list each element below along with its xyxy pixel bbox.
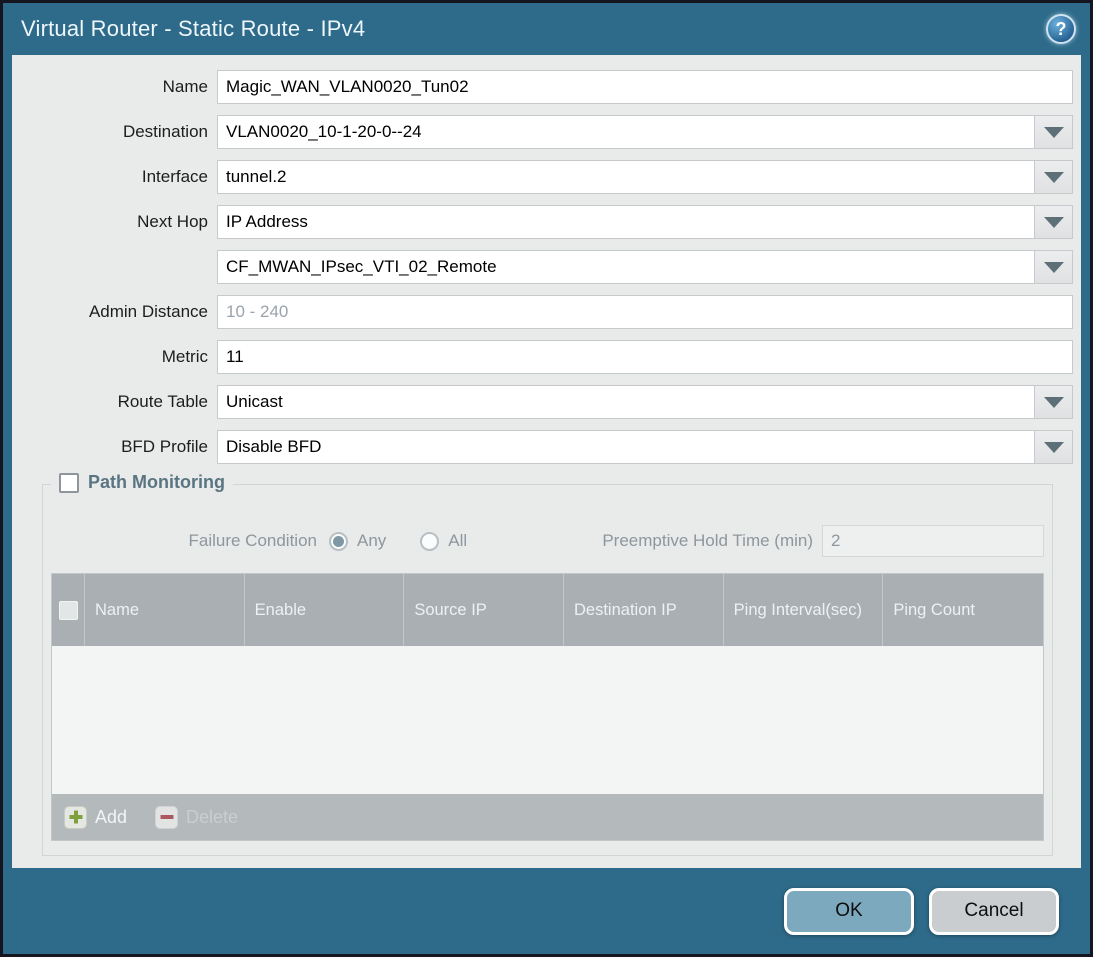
- column-header-ping-interval: Ping Interval(sec): [724, 574, 884, 646]
- chevron-down-icon: [1044, 127, 1064, 138]
- table-body-empty: [52, 646, 1043, 794]
- interface-label: Interface: [12, 167, 217, 187]
- chevron-down-icon: [1044, 442, 1064, 453]
- next-hop-address-input[interactable]: [217, 250, 1035, 284]
- admin-distance-label: Admin Distance: [12, 302, 217, 322]
- destination-dropdown-button[interactable]: [1035, 115, 1073, 149]
- form-row-next-hop-address: [12, 250, 1073, 284]
- radio-option-all: All: [420, 531, 467, 551]
- chevron-down-icon: [1044, 217, 1064, 228]
- name-input[interactable]: [217, 70, 1073, 104]
- table-header-row: Name Enable Source IP Destination IP Pin…: [52, 574, 1043, 646]
- destination-input[interactable]: [217, 115, 1035, 149]
- form-row-route-table: Route Table: [12, 385, 1073, 419]
- path-monitoring-checkbox[interactable]: [59, 473, 79, 493]
- next-hop-type-input[interactable]: [217, 205, 1035, 239]
- select-all-checkbox: [59, 601, 78, 620]
- ok-button[interactable]: OK: [784, 888, 914, 935]
- failure-condition-row: Failure Condition Any All Preemptive Hol…: [51, 525, 1044, 557]
- help-icon[interactable]: ?: [1046, 14, 1076, 44]
- form-row-destination: Destination: [12, 115, 1073, 149]
- admin-distance-input[interactable]: [217, 295, 1073, 329]
- add-button[interactable]: Add: [64, 806, 127, 829]
- form-row-bfd-profile: BFD Profile: [12, 430, 1073, 464]
- preemptive-hold-time-input: [822, 525, 1044, 557]
- any-radio-label: Any: [357, 531, 386, 551]
- chevron-down-icon: [1044, 172, 1064, 183]
- form-row-name: Name: [12, 70, 1073, 104]
- bfd-profile-input[interactable]: [217, 430, 1035, 464]
- failure-condition-radio-group: Any All: [329, 531, 467, 551]
- next-hop-address-dropdown-button[interactable]: [1035, 250, 1073, 284]
- dialog-footer: OK Cancel: [3, 868, 1090, 954]
- path-monitoring-legend: Path Monitoring: [51, 472, 233, 493]
- failure-condition-label: Failure Condition: [51, 531, 317, 551]
- route-table-dropdown-button[interactable]: [1035, 385, 1073, 419]
- bfd-profile-dropdown-button[interactable]: [1035, 430, 1073, 464]
- metric-label: Metric: [12, 347, 217, 367]
- chevron-down-icon: [1044, 262, 1064, 273]
- plus-icon: [64, 806, 87, 829]
- next-hop-type-dropdown-button[interactable]: [1035, 205, 1073, 239]
- route-table-input[interactable]: [217, 385, 1035, 419]
- any-radio: [329, 532, 348, 551]
- destination-label: Destination: [12, 122, 217, 142]
- route-table-label: Route Table: [12, 392, 217, 412]
- bfd-profile-label: BFD Profile: [12, 437, 217, 457]
- metric-input[interactable]: [217, 340, 1073, 374]
- next-hop-label: Next Hop: [12, 212, 217, 232]
- cancel-button[interactable]: Cancel: [929, 888, 1059, 935]
- all-radio-label: All: [448, 531, 467, 551]
- column-header-name: Name: [85, 574, 245, 646]
- column-header-source-ip: Source IP: [404, 574, 564, 646]
- path-monitoring-title: Path Monitoring: [88, 472, 225, 493]
- preemptive-hold-time-label: Preemptive Hold Time (min): [602, 531, 813, 551]
- delete-button-label: Delete: [186, 807, 238, 828]
- path-monitoring-section: Path Monitoring Failure Condition Any Al…: [42, 484, 1053, 856]
- interface-dropdown-button[interactable]: [1035, 160, 1073, 194]
- table-toolbar: Add Delete: [52, 794, 1043, 840]
- dialog-title: Virtual Router - Static Route - IPv4: [21, 16, 1046, 42]
- column-header-ping-count: Ping Count: [883, 574, 1043, 646]
- form-row-interface: Interface: [12, 160, 1073, 194]
- delete-button: Delete: [155, 806, 238, 829]
- radio-option-any: Any: [329, 531, 386, 551]
- name-label: Name: [12, 77, 217, 97]
- static-route-dialog: Virtual Router - Static Route - IPv4 ? N…: [0, 0, 1093, 957]
- all-radio: [420, 532, 439, 551]
- path-monitoring-table: Name Enable Source IP Destination IP Pin…: [51, 573, 1044, 841]
- title-bar: Virtual Router - Static Route - IPv4 ?: [3, 3, 1090, 55]
- minus-icon: [155, 806, 178, 829]
- select-all-checkbox-cell: [52, 574, 85, 646]
- form-row-admin-distance: Admin Distance: [12, 295, 1073, 329]
- form-row-metric: Metric: [12, 340, 1073, 374]
- form-row-next-hop: Next Hop: [12, 205, 1073, 239]
- chevron-down-icon: [1044, 397, 1064, 408]
- column-header-enable: Enable: [245, 574, 405, 646]
- add-button-label: Add: [95, 807, 127, 828]
- interface-input[interactable]: [217, 160, 1035, 194]
- column-header-destination-ip: Destination IP: [564, 574, 724, 646]
- dialog-body: Name Destination Interface Next Hop: [12, 55, 1081, 868]
